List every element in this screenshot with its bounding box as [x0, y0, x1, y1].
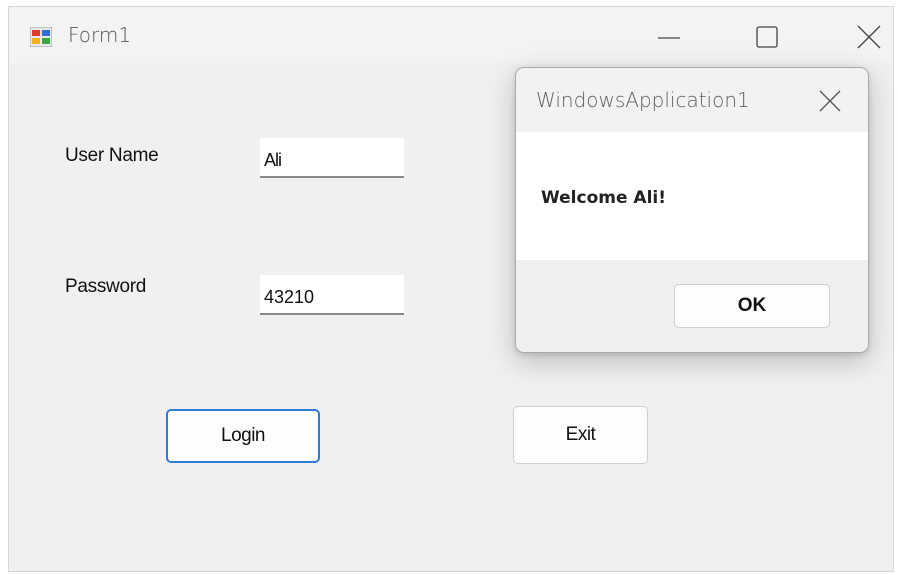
title-bar[interactable]: Form1: [9, 7, 893, 63]
message-box-dialog: WindowsApplication1 Welcome Ali! OK: [515, 67, 869, 353]
message-box-footer: OK: [516, 260, 868, 352]
login-button[interactable]: Login: [166, 409, 320, 463]
username-input[interactable]: [260, 138, 404, 178]
maximize-icon[interactable]: [747, 19, 787, 55]
password-input[interactable]: [260, 275, 404, 315]
password-label: Password: [65, 276, 147, 297]
close-icon[interactable]: [849, 19, 889, 55]
message-text: Welcome Ali!: [541, 188, 666, 208]
winforms-app-icon: [30, 27, 52, 47]
message-box-body: Welcome Ali!: [516, 132, 868, 260]
minimize-icon[interactable]: [649, 19, 689, 55]
window-title: Form1: [68, 23, 132, 47]
exit-button[interactable]: Exit: [513, 406, 648, 464]
ok-button[interactable]: OK: [674, 284, 830, 328]
message-box-title: WindowsApplication1: [536, 88, 750, 112]
close-icon[interactable]: [812, 84, 848, 118]
message-box-title-bar[interactable]: WindowsApplication1: [516, 68, 868, 132]
username-label: User Name: [65, 145, 159, 166]
